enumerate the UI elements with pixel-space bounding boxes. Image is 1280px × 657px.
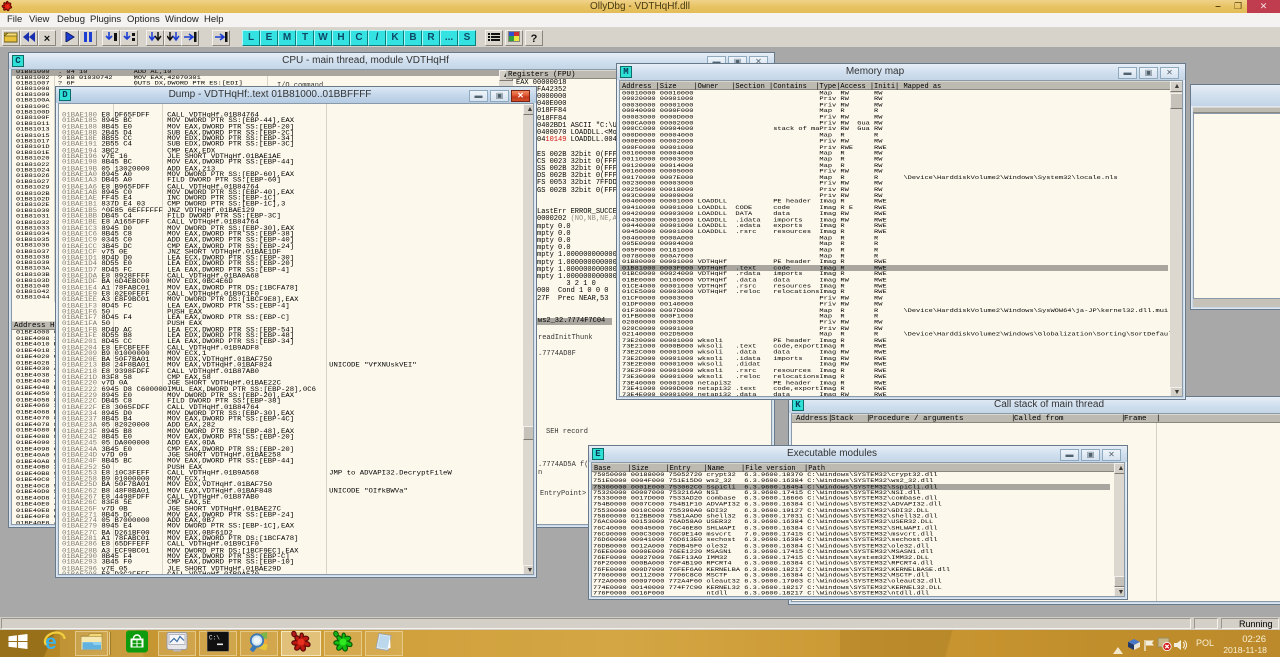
svg-text:C:\: C:\ [209,634,220,641]
